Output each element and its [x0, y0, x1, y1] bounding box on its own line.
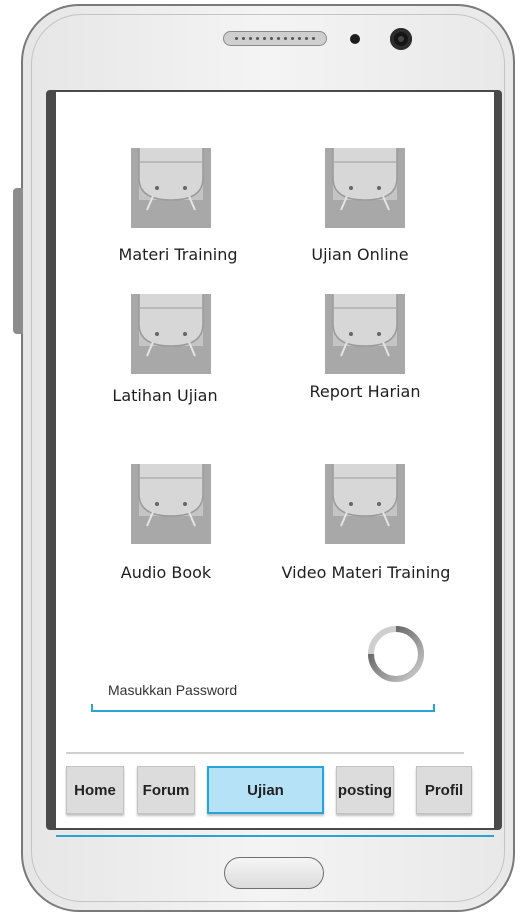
volume-side-button [13, 188, 23, 334]
app-screen [56, 92, 494, 828]
nav-divider [66, 752, 464, 754]
materi-training-icon[interactable] [131, 148, 211, 228]
audio-book-icon[interactable] [131, 464, 211, 544]
front-camera-icon [390, 28, 412, 50]
menu-label-latihan-ujian[interactable]: Latihan Ujian [112, 386, 217, 405]
password-field-placeholder[interactable]: Masukkan Password [108, 682, 237, 698]
report-harian-icon[interactable] [325, 294, 405, 374]
tab-home[interactable]: Home [66, 766, 124, 814]
proximity-sensor-icon [350, 34, 360, 44]
home-hardware-button[interactable] [224, 857, 324, 889]
tab-ujian[interactable]: Ujian [207, 766, 324, 814]
screen-bottom-accent [56, 835, 494, 837]
menu-label-video-materi-training[interactable]: Video Materi Training [282, 563, 451, 582]
password-field[interactable] [91, 704, 435, 712]
spinner-icon [368, 626, 424, 682]
menu-label-materi-training[interactable]: Materi Training [119, 245, 238, 264]
menu-label-report-harian[interactable]: Report Harian [310, 382, 421, 401]
tab-forum[interactable]: Forum [137, 766, 195, 814]
tab-posting[interactable]: posting [336, 766, 394, 814]
speaker-grille [223, 31, 327, 46]
menu-label-audio-book[interactable]: Audio Book [121, 563, 211, 582]
latihan-ujian-icon[interactable] [131, 294, 211, 374]
ujian-online-icon[interactable] [325, 148, 405, 228]
tab-profil[interactable]: Profil [416, 766, 472, 814]
video-materi-training-icon[interactable] [325, 464, 405, 544]
menu-label-ujian-online[interactable]: Ujian Online [311, 245, 408, 264]
